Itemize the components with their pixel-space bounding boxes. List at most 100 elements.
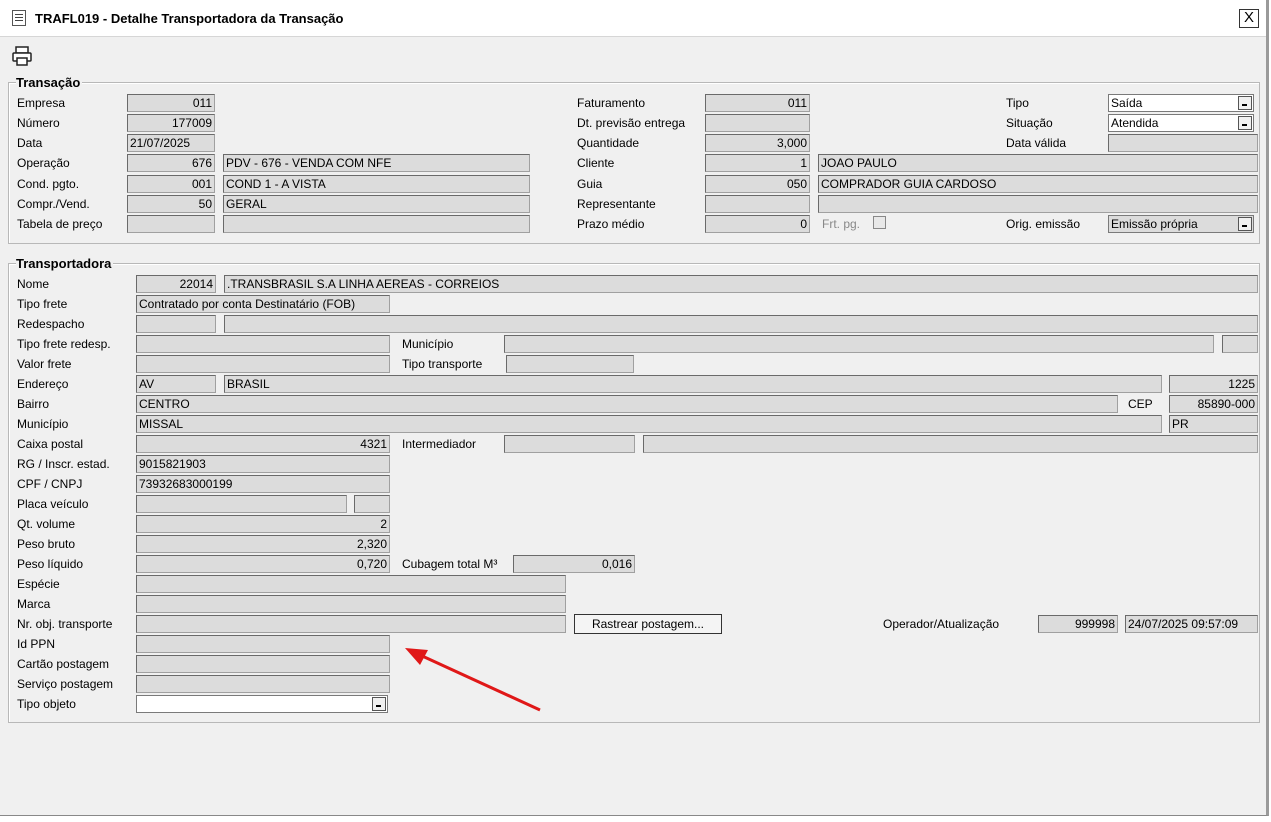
intermediador-label: Intermediador	[402, 437, 477, 451]
compr-vend-desc-field[interactable]: GERAL	[223, 195, 530, 213]
placa-veiculo-label: Placa veículo	[17, 497, 89, 511]
quantidade-label: Quantidade	[577, 136, 640, 150]
nome-code-field[interactable]: 22014	[136, 275, 216, 293]
tipo-frete-field[interactable]: Contratado por conta Destinatário (FOB)	[136, 295, 390, 313]
atualizacao-field[interactable]: 24/07/2025 09:57:09	[1125, 615, 1258, 633]
endereco-num-field[interactable]: 1225	[1169, 375, 1258, 393]
tabela-preco-label: Tabela de preço	[17, 217, 103, 231]
orig-emissao-select[interactable]: Emissão própria	[1108, 215, 1254, 233]
transportadora-legend: Transportadora	[16, 256, 114, 271]
tipo-select[interactable]: Saída	[1108, 94, 1254, 112]
municipio-redesp-field[interactable]	[504, 335, 1214, 353]
transacao-legend: Transação	[16, 75, 83, 90]
cubagem-field[interactable]: 0,016	[513, 555, 635, 573]
compr-vend-label: Compr./Vend.	[17, 197, 90, 211]
intermediador-code-field[interactable]	[504, 435, 635, 453]
servico-postagem-field[interactable]	[136, 675, 390, 693]
valor-frete-label: Valor frete	[17, 357, 72, 371]
tabela-preco-desc-field[interactable]	[223, 215, 530, 233]
caixa-postal-field[interactable]: 4321	[136, 435, 390, 453]
id-ppn-label: Id PPN	[17, 637, 56, 651]
rastrear-postagem-button[interactable]: Rastrear postagem...	[574, 614, 722, 634]
data-valida-field[interactable]	[1108, 134, 1258, 152]
dt-previsao-label: Dt. previsão entrega	[577, 116, 686, 130]
peso-liquido-label: Peso líquido	[17, 557, 84, 571]
cep-label: CEP	[1128, 397, 1153, 411]
intermediador-name-field[interactable]	[643, 435, 1258, 453]
valor-frete-field[interactable]	[136, 355, 390, 373]
cliente-code-field[interactable]: 1	[705, 154, 810, 172]
municipio-redesp-uf-field[interactable]	[1222, 335, 1258, 353]
printer-icon[interactable]	[11, 45, 33, 67]
operador-field[interactable]: 999998	[1038, 615, 1118, 633]
guia-name-field[interactable]: COMPRADOR GUIA CARDOSO	[818, 175, 1258, 193]
frt-pg-label: Frt. pg.	[822, 217, 861, 231]
cliente-label: Cliente	[577, 156, 615, 170]
rg-field[interactable]: 9015821903	[136, 455, 390, 473]
guia-label: Guia	[577, 177, 603, 191]
peso-bruto-field[interactable]: 2,320	[136, 535, 390, 553]
placa-uf-field[interactable]	[354, 495, 390, 513]
prazo-medio-label: Prazo médio	[577, 217, 645, 231]
faturamento-field[interactable]: 011	[705, 94, 810, 112]
uf-field[interactable]: PR	[1169, 415, 1258, 433]
close-button[interactable]: X	[1239, 9, 1259, 28]
tipo-value: Saída	[1111, 96, 1143, 110]
dt-previsao-field[interactable]	[705, 114, 810, 132]
especie-label: Espécie	[17, 577, 60, 591]
chevron-down-icon[interactable]	[372, 697, 386, 711]
redespacho-code-field[interactable]	[136, 315, 216, 333]
guia-code-field[interactable]: 050	[705, 175, 810, 193]
cubagem-label: Cubagem total M³	[402, 557, 498, 571]
nome-field[interactable]: .TRANSBRASIL S.A LINHA AEREAS - CORREIOS	[224, 275, 1258, 293]
empresa-label: Empresa	[17, 96, 66, 110]
cond-pgto-desc-field[interactable]: COND 1 - A VISTA	[223, 175, 530, 193]
cartao-postagem-field[interactable]	[136, 655, 390, 673]
especie-field[interactable]	[136, 575, 566, 593]
chevron-down-icon[interactable]	[1238, 116, 1252, 130]
peso-bruto-label: Peso bruto	[17, 537, 76, 551]
orig-emissao-value: Emissão própria	[1111, 217, 1198, 231]
marca-field[interactable]	[136, 595, 566, 613]
nr-obj-transporte-field[interactable]	[136, 615, 566, 633]
data-field[interactable]: 21/07/2025	[127, 134, 215, 152]
peso-liquido-field[interactable]: 0,720	[136, 555, 390, 573]
numero-field[interactable]: 177009	[127, 114, 215, 132]
placa-veiculo-field[interactable]	[136, 495, 347, 513]
situacao-select[interactable]: Atendida	[1108, 114, 1254, 132]
tipo-transporte-label: Tipo transporte	[402, 357, 483, 371]
qt-volume-field[interactable]: 2	[136, 515, 390, 533]
chevron-down-icon[interactable]	[1238, 217, 1252, 231]
tipo-frete-redesp-label: Tipo frete redesp.	[17, 337, 111, 351]
cep-field[interactable]: 85890-000	[1169, 395, 1258, 413]
cliente-name-field[interactable]: JOAO PAULO	[818, 154, 1258, 172]
empresa-field[interactable]: 011	[127, 94, 215, 112]
cpf-cnpj-field[interactable]: 73932683000199	[136, 475, 390, 493]
window-title: TRAFL019 - Detalhe Transportadora da Tra…	[35, 11, 344, 26]
frt-pg-checkbox[interactable]	[873, 216, 886, 229]
endereco-field[interactable]: BRASIL	[224, 375, 1162, 393]
redespacho-name-field[interactable]	[224, 315, 1258, 333]
faturamento-label: Faturamento	[577, 96, 646, 110]
chevron-down-icon[interactable]	[1238, 96, 1252, 110]
tipo-transporte-field[interactable]	[506, 355, 634, 373]
tipo-label: Tipo	[1006, 96, 1029, 110]
endereco-tipo-field[interactable]: AV	[136, 375, 216, 393]
prazo-medio-field[interactable]: 0	[705, 215, 810, 233]
bairro-field[interactable]: CENTRO	[136, 395, 1118, 413]
cond-pgto-code-field[interactable]: 001	[127, 175, 215, 193]
compr-vend-code-field[interactable]: 50	[127, 195, 215, 213]
operacao-desc-field[interactable]: PDV - 676 - VENDA COM NFE	[223, 154, 530, 172]
operacao-code-field[interactable]: 676	[127, 154, 215, 172]
representante-name-field[interactable]	[818, 195, 1258, 213]
tipo-objeto-select[interactable]	[136, 695, 388, 713]
quantidade-field[interactable]: 3,000	[705, 134, 810, 152]
tipo-frete-redesp-field[interactable]	[136, 335, 390, 353]
qt-volume-label: Qt. volume	[17, 517, 76, 531]
cpf-cnpj-label: CPF / CNPJ	[17, 477, 83, 491]
municipio-field[interactable]: MISSAL	[136, 415, 1162, 433]
tabela-preco-code-field[interactable]	[127, 215, 215, 233]
representante-code-field[interactable]	[705, 195, 810, 213]
id-ppn-field[interactable]	[136, 635, 390, 653]
bairro-label: Bairro	[17, 397, 50, 411]
